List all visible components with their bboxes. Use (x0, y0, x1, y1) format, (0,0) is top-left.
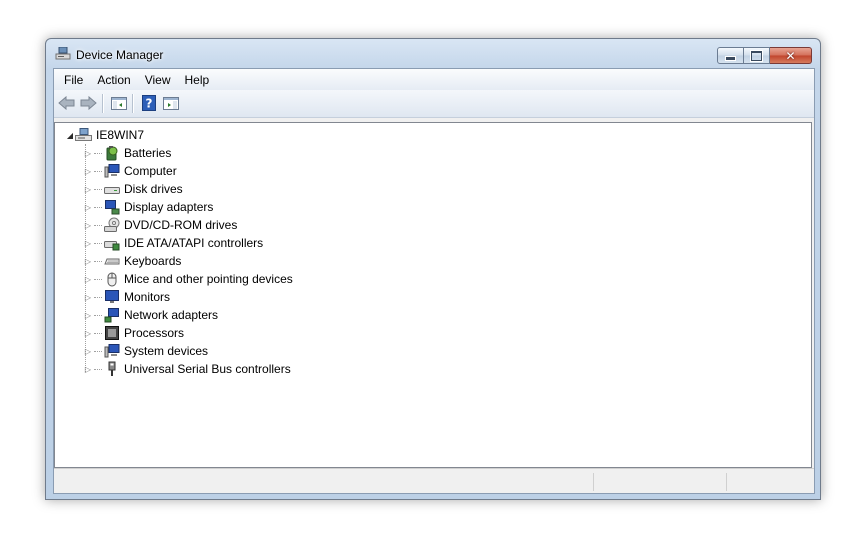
device-manager-app-icon (55, 46, 71, 61)
tree-connector (94, 206, 102, 208)
help-icon[interactable]: ? (140, 95, 157, 111)
expand-arrow-icon[interactable]: ▷ (83, 275, 93, 284)
tree-item-label: Keyboards (124, 254, 182, 268)
computer-icon (103, 163, 120, 179)
tree-item-label: Mice and other pointing devices (124, 272, 293, 286)
expand-arrow-icon[interactable]: ▷ (83, 239, 93, 248)
tree-item-system-devices[interactable]: ▷ System devices (83, 342, 208, 360)
tree-item-label: Processors (124, 326, 185, 340)
tree-connector (94, 152, 102, 154)
tree-item-disk-drives[interactable]: ▷ Disk drives (83, 180, 183, 198)
tree-item-label: Disk drives (124, 182, 183, 196)
client-area: File Action View Help ? ◢ IE8WIN7 ▷ Batt… (53, 68, 815, 494)
close-icon: ✕ (785, 48, 796, 63)
expand-arrow-icon[interactable]: ▷ (83, 257, 93, 266)
tree-root-label: IE8WIN7 (96, 128, 145, 142)
tree-connector (94, 278, 102, 280)
tree-item-label: Computer (124, 164, 177, 178)
tree-connector (94, 224, 102, 226)
tree-item-label: IDE ATA/ATAPI controllers (124, 236, 264, 250)
tree-item-label: DVD/CD-ROM drives (124, 218, 238, 232)
close-button[interactable]: ✕ (770, 47, 812, 64)
menu-action[interactable]: Action (90, 71, 137, 89)
minimize-icon (725, 56, 736, 61)
collapse-arrow-icon[interactable]: ◢ (65, 131, 75, 140)
tree-item-network-adapters[interactable]: ▷ Network adapters (83, 306, 218, 324)
tree-connector (94, 332, 102, 334)
tree-item-monitors[interactable]: ▷ Monitors (83, 288, 170, 306)
tree-connector (94, 242, 102, 244)
monitor-icon (103, 289, 120, 305)
title-bar[interactable]: Device Manager ✕ (46, 39, 820, 67)
tree-item-ide-ata-atapi-controllers[interactable]: ▷ IDE ATA/ATAPI controllers (83, 234, 263, 252)
expand-arrow-icon[interactable]: ▷ (83, 185, 93, 194)
svg-text:?: ? (145, 97, 152, 111)
tree-item-usb-controllers[interactable]: ▷ Universal Serial Bus controllers (83, 360, 291, 378)
tree-item-label: Universal Serial Bus controllers (124, 362, 291, 376)
battery-icon (103, 145, 120, 161)
keyboard-icon (103, 253, 120, 269)
window-title: Device Manager (76, 48, 164, 62)
tree-item-label: Batteries (124, 146, 172, 160)
tree-item-processors[interactable]: ▷ Processors (83, 324, 184, 342)
tree-item-batteries[interactable]: ▷ Batteries (83, 144, 171, 162)
tree-item-mice[interactable]: ▷ Mice and other pointing devices (83, 270, 293, 288)
show-hide-console-tree-icon[interactable] (110, 95, 127, 111)
expand-arrow-icon[interactable]: ▷ (83, 311, 93, 320)
caption-buttons: ✕ (717, 47, 812, 65)
back-icon[interactable] (58, 95, 75, 111)
minimize-button[interactable] (717, 47, 744, 64)
expand-arrow-icon[interactable]: ▷ (83, 293, 93, 302)
tree-connector (94, 296, 102, 298)
tree-item-computer[interactable]: ▷ Computer (83, 162, 177, 180)
device-tree[interactable]: ◢ IE8WIN7 ▷ Batteries ▷ Computer ▷ Disk … (54, 122, 812, 468)
mouse-icon (103, 271, 120, 287)
status-pane (726, 473, 813, 491)
toolbar: ? (54, 90, 814, 118)
expand-arrow-icon[interactable]: ▷ (83, 221, 93, 230)
tree-connector (94, 314, 102, 316)
maximize-icon (751, 50, 762, 61)
properties-pane-icon[interactable] (162, 95, 179, 111)
menu-help[interactable]: Help (178, 71, 217, 89)
expand-arrow-icon[interactable]: ▷ (83, 167, 93, 176)
tree-item-label: System devices (124, 344, 209, 358)
tree-connector (94, 350, 102, 352)
processor-icon (103, 325, 120, 341)
tree-root-ie8win7[interactable]: ◢ IE8WIN7 (65, 126, 144, 144)
expand-arrow-icon[interactable]: ▷ (83, 347, 93, 356)
display-adapter-icon (103, 199, 120, 215)
status-pane (593, 473, 725, 491)
disk-drive-icon (103, 181, 120, 197)
tree-item-label: Network adapters (124, 308, 219, 322)
tree-connector (94, 188, 102, 190)
tree-item-label: Display adapters (124, 200, 214, 214)
expand-arrow-icon[interactable]: ▷ (83, 149, 93, 158)
system-devices-icon (103, 343, 120, 359)
menu-file[interactable]: File (57, 71, 90, 89)
menu-view[interactable]: View (138, 71, 178, 89)
tree-item-label: Monitors (124, 290, 171, 304)
maximize-button[interactable] (744, 47, 770, 64)
toolbar-separator (102, 94, 104, 113)
dvd-drive-icon (103, 217, 120, 233)
tree-item-display-adapters[interactable]: ▷ Display adapters (83, 198, 213, 216)
usb-icon (103, 361, 120, 377)
tree-item-keyboards[interactable]: ▷ Keyboards (83, 252, 181, 270)
tree-connector (94, 260, 102, 262)
expand-arrow-icon[interactable]: ▷ (83, 365, 93, 374)
tree-connector (94, 368, 102, 370)
computer-root-icon (75, 127, 92, 143)
tree-item-dvd-cd-rom-drives[interactable]: ▷ DVD/CD-ROM drives (83, 216, 237, 234)
network-adapter-icon (103, 307, 120, 323)
forward-icon[interactable] (80, 95, 97, 111)
expand-arrow-icon[interactable]: ▷ (83, 329, 93, 338)
toolbar-separator (132, 94, 134, 113)
ide-controller-icon (103, 235, 120, 251)
expand-arrow-icon[interactable]: ▷ (83, 203, 93, 212)
menu-bar: File Action View Help (54, 69, 814, 90)
device-manager-window: Device Manager ✕ File Action View Help ?… (45, 38, 821, 500)
status-bar (54, 468, 814, 493)
tree-connector (94, 170, 102, 172)
